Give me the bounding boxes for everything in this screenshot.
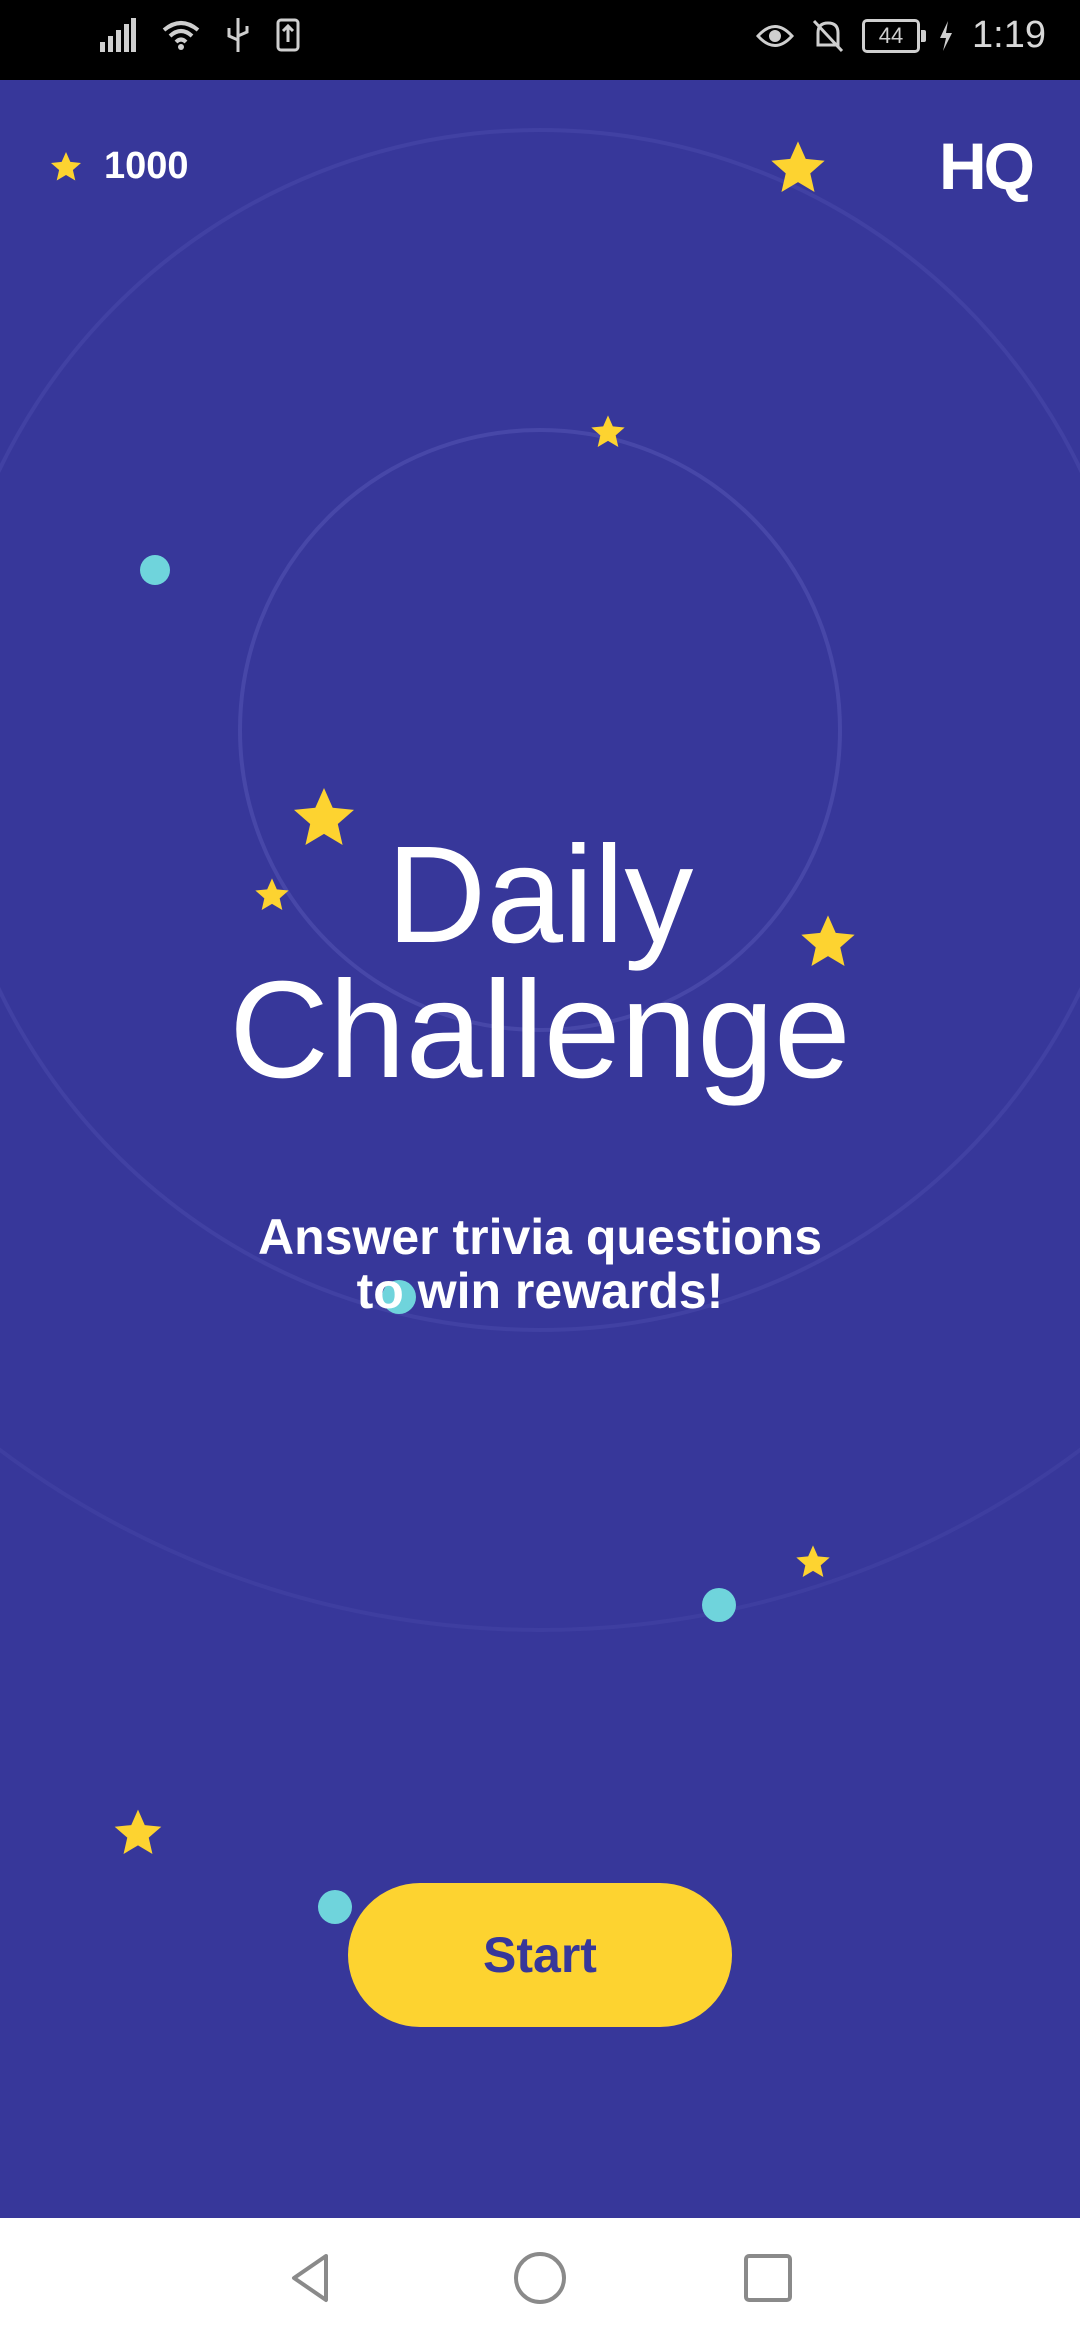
orbit-dot xyxy=(318,1890,352,1924)
signal-icon xyxy=(100,18,136,52)
wifi-icon xyxy=(162,21,200,50)
usb-icon xyxy=(227,18,249,52)
subtitle-line1: Answer trivia questions xyxy=(257,1209,823,1265)
subtitle-line2: to win rewards! xyxy=(356,1263,724,1319)
home-icon[interactable] xyxy=(510,2248,570,2308)
charging-icon xyxy=(940,20,953,51)
points-counter: 1000 xyxy=(48,145,189,188)
download-icon xyxy=(276,18,300,52)
orbit-dot xyxy=(702,1588,736,1622)
star-icon xyxy=(114,1809,162,1854)
page-title-line2: Challenge xyxy=(229,953,851,1107)
battery-level: 44 xyxy=(878,22,904,48)
orbit-dot xyxy=(140,555,170,585)
recents-icon[interactable] xyxy=(738,2248,798,2308)
status-time: 1:19 xyxy=(972,14,1046,56)
back-icon[interactable] xyxy=(280,2248,340,2308)
eye-icon xyxy=(756,24,795,47)
start-button[interactable]: Start xyxy=(348,1883,732,2027)
mute-icon xyxy=(812,19,844,52)
navigation-bar xyxy=(0,2218,1080,2340)
star-icon xyxy=(591,415,625,447)
start-button-label: Start xyxy=(483,1927,597,1983)
star-icon xyxy=(771,141,825,192)
daily-challenge-screen: 1000 HQ Daily Challenge Answer trivia qu… xyxy=(0,80,1080,2218)
battery-icon: 44 xyxy=(862,18,927,53)
page-title-line1: Daily xyxy=(386,818,694,972)
status-bar: 44 1:19 xyxy=(0,0,1080,80)
star-icon xyxy=(796,1545,830,1577)
points-value: 1000 xyxy=(104,145,189,187)
hq-logo: HQ xyxy=(939,129,1035,203)
star-icon xyxy=(51,151,81,180)
